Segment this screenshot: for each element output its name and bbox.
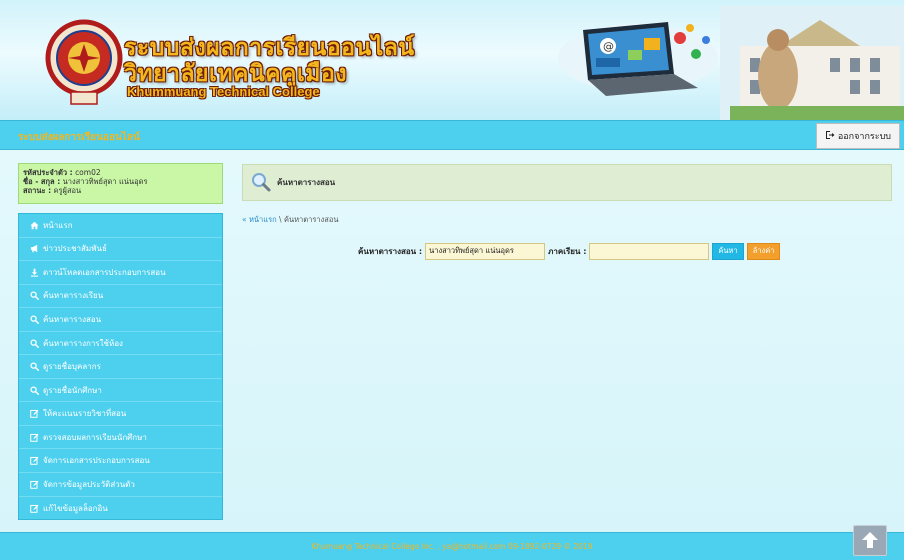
header-banner: ระบบส่งผลการเรียนออนไลน์ วิทยาลัยเทคนิคค… [0,0,904,120]
svg-text:@: @ [603,40,614,53]
search-form: ค้นหาตารางสอน : ภาคเรียน : ค้นหา ล้างค่า [358,242,781,260]
clear-button[interactable]: ล้างค่า [746,242,781,260]
sidebar-item-label: ดาวน์โหลดเอกสารประกอบการสอน [43,267,166,277]
sidebar-item-3[interactable]: ดาวน์โหลดเอกสารประกอบการสอน [19,261,222,285]
search-icon [29,385,39,395]
sidebar-item-label: ค้นหาตารางเรียน [43,291,104,301]
sidebar-item-7[interactable]: ดูรายชื่อบุคลากร [19,355,222,379]
page-header-panel: ค้นหาตารางสอน [242,164,892,201]
breadcrumb-separator: \ [276,215,284,224]
search-icon [29,338,39,348]
search-icon [29,291,39,301]
sidebar-item-4[interactable]: ค้นหาตารางเรียน [19,285,222,309]
college-name-english: Khummuang Technical College [127,84,320,99]
sidebar-item-2[interactable]: ข่าวประชาสัมพันธ์ [19,238,222,262]
search-icon [29,362,39,372]
logout-button[interactable]: ออกจากระบบ [815,123,900,149]
edit-icon [29,479,39,489]
top-navbar: ระบบส่งผลการเรียนออนไลน์ ออกจากระบบ [0,120,904,150]
sidebar-menu: หน้าแรกข่าวประชาสัมพันธ์ดาวน์โหลดเอกสารป… [18,213,223,520]
sidebar-item-label: ค้นหาตารางสอน [43,314,102,324]
sidebar-item-13[interactable]: แก้ไขข้อมูลล็อกอิน [19,497,222,521]
edit-icon [29,456,39,466]
footer: Khumuang Technical College Inc. , ya@hot… [0,532,904,560]
edit-icon [29,409,39,419]
breadcrumb-home-link[interactable]: « หน้าแรก [242,215,277,224]
sidebar-item-9[interactable]: ให้คะแนนรายวิชาที่สอน [19,402,222,426]
download-icon [29,267,39,277]
user-status-label: สถานะ : [23,186,52,195]
sidebar-item-11[interactable]: จัดการเอกสารประกอบการสอน [19,449,222,474]
user-name-label: ชื่อ - สกุล : [23,177,61,186]
sidebar-item-label: ดูรายชื่อบุคลากร [43,362,101,372]
sidebar-item-8[interactable]: ดูรายชื่อนักศึกษา [19,379,222,403]
sidebar-item-10[interactable]: ตรวจสอบผลการเรียนนักศึกษา [19,426,222,450]
sidebar-item-label: ให้คะแนนรายวิชาที่สอน [43,409,127,419]
user-id-value: com02 [75,168,101,177]
sidebar-item-label: จัดการเอกสารประกอบการสอน [43,456,150,466]
user-status-value: ครูผู้สอน [53,186,82,195]
edit-icon [29,503,39,513]
sidebar-item-label: ตรวจสอบผลการเรียนนักศึกษา [43,432,147,442]
sidebar-item-5[interactable]: ค้นหาตารางสอน [19,308,222,332]
search-icon [251,172,271,194]
search-icon [29,314,39,324]
user-info-panel: รหัสประจำตัว : com02 ชื่อ - สกุล : นางสา… [18,163,223,204]
user-name-value: นางสาวทิพย์สุดา แน่นอุดร [62,177,148,186]
navbar-brand[interactable]: ระบบส่งผลการเรียนออนไลน์ [18,130,140,145]
sidebar-item-12[interactable]: จัดการข้อมูลประวัติส่วนตัว [19,473,222,497]
breadcrumb-current: ค้นหาตารางสอน [283,215,339,224]
breadcrumb: « หน้าแรก \ ค้นหาตารางสอน [242,214,338,226]
laptop-graphic: @ [558,22,718,96]
teacher-search-label: ค้นหาตารางสอน : [358,246,423,256]
term-label: ภาคเรียน : [548,246,587,256]
footer-text: Khumuang Technical College Inc. , ya@hot… [311,542,593,551]
sidebar-item-label: ค้นหาตารางการใช้ห้อง [43,338,123,348]
user-id-label: รหัสประจำตัว : [23,168,73,177]
edit-icon [29,432,39,442]
logout-label: ออกจากระบบ [837,132,891,142]
teacher-search-input[interactable] [425,242,546,260]
megaphone-icon [29,244,39,254]
search-button[interactable]: ค้นหา [712,242,744,260]
sidebar-item-6[interactable]: ค้นหาตารางการใช้ห้อง [19,332,222,356]
arrow-up-icon [861,531,879,551]
sidebar-item-label: ข่าวประชาสัมพันธ์ [43,244,107,254]
term-input[interactable] [589,242,710,260]
page-title: ค้นหาตารางสอน [277,178,336,187]
sign-out-icon [825,130,835,143]
college-building-image [720,6,904,120]
sidebar-item-label: ดูรายชื่อนักศึกษา [43,385,102,395]
sidebar-item-1[interactable]: หน้าแรก [19,214,222,238]
sidebar-item-label: หน้าแรก [43,220,73,230]
college-seal-logo [45,19,123,105]
sidebar-item-label: จัดการข้อมูลประวัติส่วนตัว [43,479,135,489]
home-icon [29,220,39,230]
sidebar-item-label: แก้ไขข้อมูลล็อกอิน [43,503,108,513]
scroll-to-top-button[interactable] [853,525,887,556]
